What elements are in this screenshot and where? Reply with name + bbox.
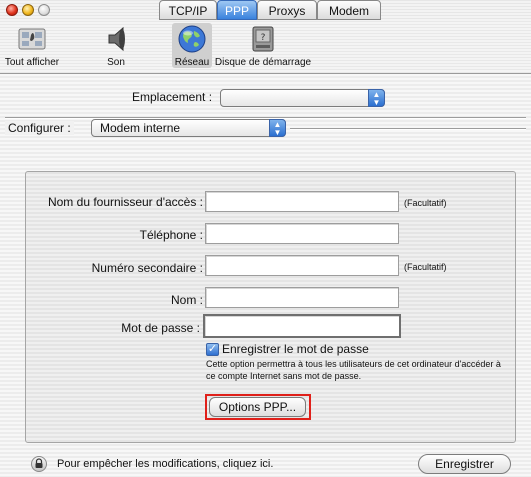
globe-icon: [176, 23, 208, 55]
configure-separator: [290, 128, 526, 130]
svg-text:?: ?: [261, 33, 266, 43]
provider-optional-hint: (Facultatif): [404, 198, 447, 208]
tab-label: Proxys: [268, 4, 306, 18]
toolbar-item-label: Tout afficher: [4, 57, 60, 68]
show-all-icon: [16, 23, 48, 55]
startup-disk-icon: ?: [247, 23, 279, 55]
name-label: Nom :: [170, 293, 203, 307]
lock-text: Pour empêcher les modifications, cliquez…: [57, 458, 274, 470]
configure-value: Modem interne: [100, 121, 181, 135]
save-button[interactable]: Enregistrer: [418, 454, 511, 474]
alt-phone-optional-hint: (Facultatif): [404, 262, 447, 272]
configure-label: Configurer :: [5, 121, 74, 135]
location-popup[interactable]: ▲ ▼: [220, 89, 385, 107]
provider-label: Nom du fournisseur d'accès :: [47, 195, 203, 209]
password-label: Mot de passe :: [121, 321, 200, 335]
speaker-icon: [100, 23, 132, 55]
location-label: Emplacement :: [132, 90, 213, 104]
popup-arrows-icon: ▲ ▼: [269, 119, 286, 137]
password-field[interactable]: [203, 314, 401, 338]
tab-ppp[interactable]: PPP: [217, 0, 257, 20]
save-password-label: Enregistrer le mot de passe: [222, 342, 369, 356]
toolbar: Tout afficher Son Réseau ? Disque de dém…: [0, 21, 531, 74]
tab-label: PPP: [224, 4, 249, 18]
toolbar-item-show-all[interactable]: Tout afficher: [3, 23, 61, 68]
tab-label: TCP/IP: [168, 4, 208, 18]
tab-proxies[interactable]: Proxys: [257, 0, 317, 20]
phone-field[interactable]: [205, 223, 399, 244]
tab-label: Modem: [328, 4, 369, 18]
lock-icon[interactable]: [31, 456, 47, 472]
popup-arrows-icon: ▲ ▼: [368, 89, 385, 107]
tab-modem[interactable]: Modem: [317, 0, 381, 20]
provider-field[interactable]: [205, 191, 399, 212]
tab-tcpip[interactable]: TCP/IP: [159, 0, 217, 20]
alt-phone-field[interactable]: [205, 255, 399, 276]
toolbar-item-network[interactable]: Réseau: [172, 23, 212, 68]
phone-label: Téléphone :: [139, 228, 203, 242]
name-field[interactable]: [205, 287, 399, 308]
highlight-box: [205, 394, 311, 420]
toolbar-item-label: Réseau: [174, 57, 210, 68]
toolbar-item-label: Son: [107, 57, 125, 68]
toolbar-item-sound[interactable]: Son: [100, 23, 132, 68]
alt-phone-label: Numéro secondaire :: [91, 261, 203, 275]
save-password-description: Cette option permettra à tous les utilis…: [206, 359, 501, 381]
save-password-checkbox[interactable]: ✓: [206, 343, 219, 356]
toolbar-item-label: Disque de démarrage: [214, 57, 312, 68]
configure-popup[interactable]: Modem interne ▲ ▼: [91, 119, 286, 137]
toolbar-item-startup-disk[interactable]: ? Disque de démarrage: [212, 23, 314, 68]
